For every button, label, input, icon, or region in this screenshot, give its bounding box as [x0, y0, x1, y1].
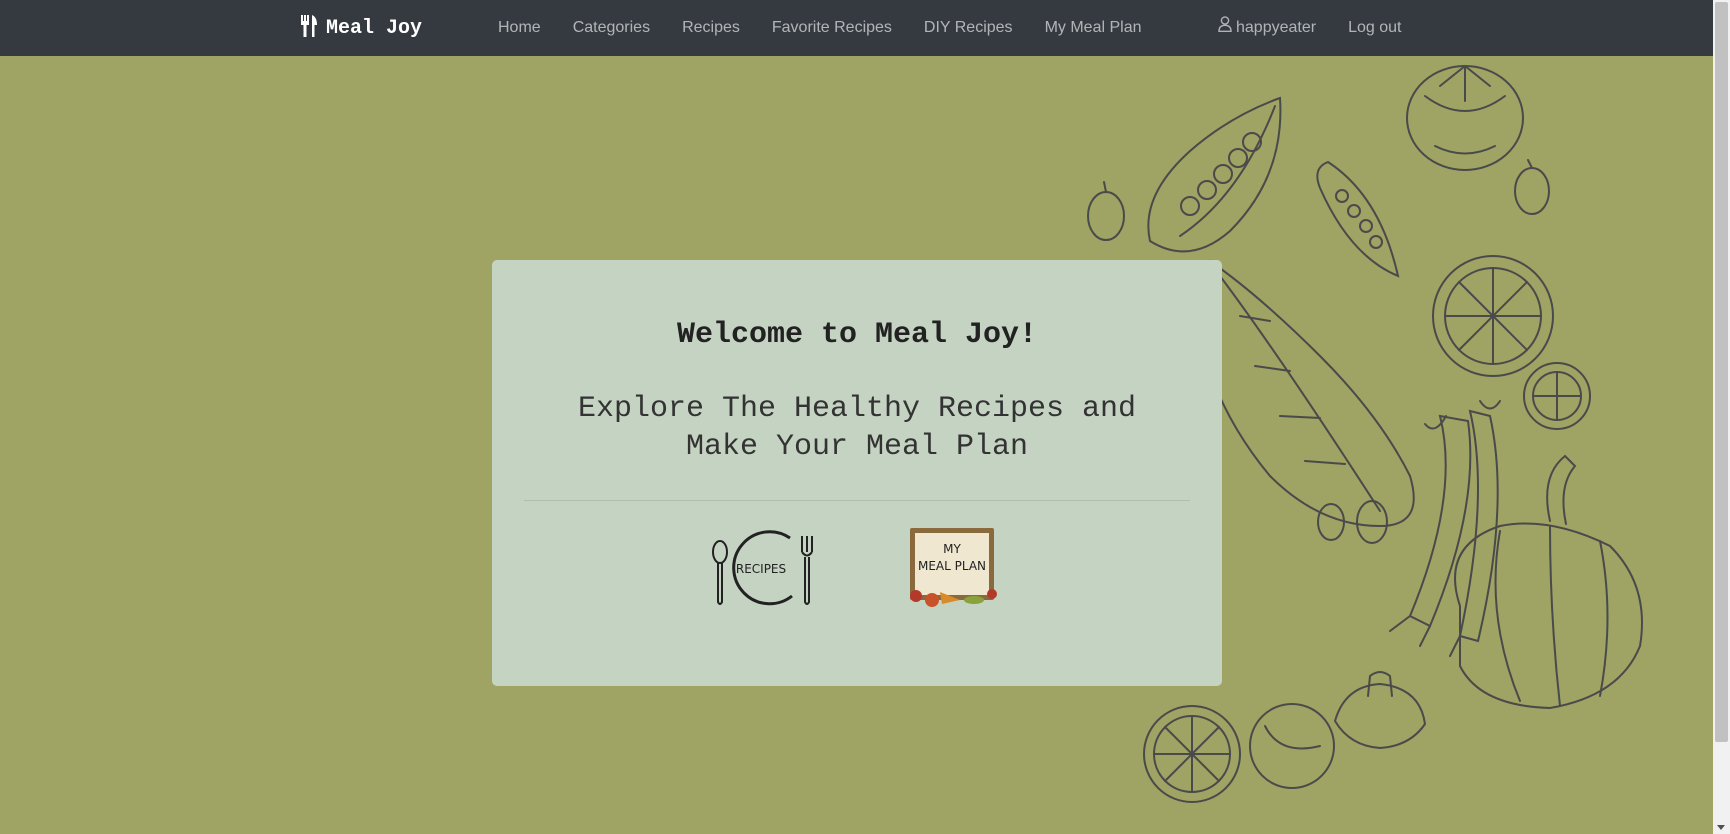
nav-diy-recipes[interactable]: DIY Recipes: [908, 0, 1029, 56]
nav-categories[interactable]: Categories: [557, 0, 666, 56]
pea-pod-illustration-icon: [1147, 96, 1282, 253]
user-icon: [1218, 0, 1232, 56]
nav-my-meal-plan[interactable]: My Meal Plan: [1029, 0, 1158, 56]
user-profile-link[interactable]: happyeater: [1202, 0, 1332, 56]
page-scrollbar[interactable]: [1713, 0, 1730, 834]
recipes-icon-label: RECIPES: [736, 562, 786, 576]
meal-plan-icon-line-2: MEAL PLAN: [917, 559, 987, 573]
scroll-down-arrow-icon[interactable]: [1717, 825, 1725, 830]
recipes-shortcut-link[interactable]: RECIPES: [710, 526, 822, 610]
cabbage-illustration-icon: [1198, 259, 1415, 528]
card-divider: [524, 500, 1190, 501]
vegetables-decoration-icon: [910, 589, 997, 607]
leek-illustration-icon: [1389, 400, 1501, 657]
welcome-card: Welcome to Meal Joy! Explore The Healthy…: [492, 260, 1222, 686]
tagline: Explore The Healthy Recipes and Make You…: [532, 390, 1182, 466]
scrollbar-thumb[interactable]: [1715, 2, 1728, 742]
meal-plan-shortcut-link[interactable]: MY MEAL PLAN: [904, 526, 1004, 610]
tomato-illustration-icon: [1406, 64, 1524, 171]
user-nav: happyeater Log out: [1202, 0, 1417, 56]
top-navbar: Meal Joy Home Categories Recipes Favorit…: [0, 0, 1713, 56]
brand-name: Meal Joy: [326, 16, 423, 40]
pumpkin-illustration-icon: [1454, 454, 1643, 710]
nav-recipes[interactable]: Recipes: [666, 0, 756, 56]
pea-pod-small-illustration-icon: [1316, 160, 1400, 278]
main-nav: Home Categories Recipes Favorite Recipes…: [482, 0, 1157, 56]
nav-favorite-recipes[interactable]: Favorite Recipes: [756, 0, 908, 56]
utensils-icon: [300, 14, 318, 42]
username-label: happyeater: [1236, 19, 1317, 36]
meal-plan-icon-line-1: MY: [943, 542, 961, 556]
mushroom-illustration-icon: [1249, 671, 1427, 789]
tagline-line-2: Make Your Meal Plan: [685, 430, 1029, 464]
tagline-line-1: Explore The Healthy Recipes and: [577, 392, 1137, 426]
brand-logo-link[interactable]: Meal Joy: [300, 13, 422, 43]
logout-link[interactable]: Log out: [1332, 0, 1417, 56]
nav-home[interactable]: Home: [482, 0, 557, 56]
welcome-heading: Welcome to Meal Joy!: [676, 318, 1038, 352]
recipes-plate-icon: RECIPES: [712, 530, 813, 606]
